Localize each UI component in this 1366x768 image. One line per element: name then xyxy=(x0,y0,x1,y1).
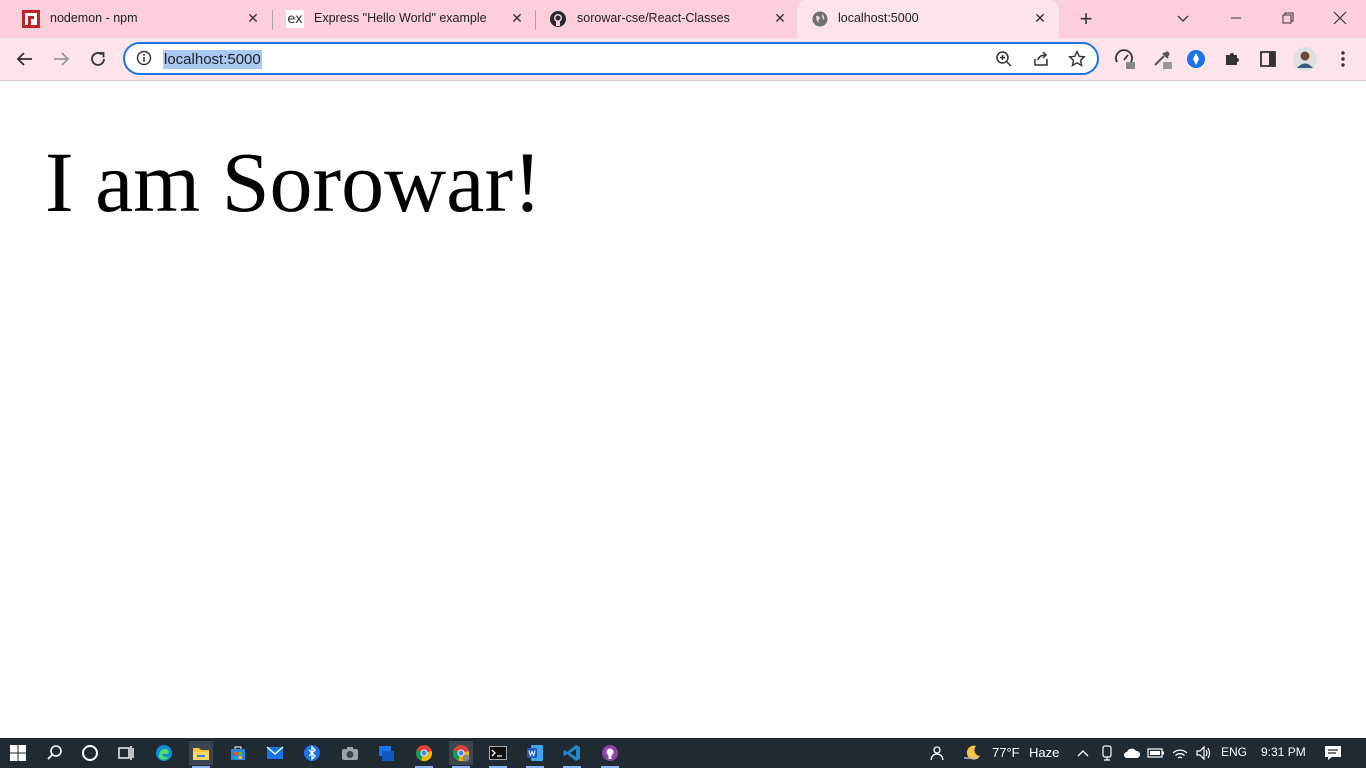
tab-localhost[interactable]: localhost:5000 ✕ xyxy=(797,0,1059,38)
weather-moon-icon xyxy=(960,741,984,765)
battery-icon[interactable] xyxy=(1144,741,1168,765)
onedrive-cloud-icon[interactable] xyxy=(1120,741,1144,765)
forward-button[interactable] xyxy=(48,46,74,72)
url-text[interactable]: localhost:5000 xyxy=(163,50,262,69)
word-icon[interactable] xyxy=(523,741,547,768)
tab-title: Express "Hello World" example xyxy=(314,11,487,25)
file-explorer-icon[interactable] xyxy=(189,741,213,768)
camera-icon[interactable] xyxy=(338,741,362,765)
input-language[interactable]: ENG xyxy=(1221,745,1247,759)
page-viewport: I am Sorowar! xyxy=(0,82,1366,738)
share-icon[interactable] xyxy=(1031,49,1051,69)
weather-temperature[interactable]: 77°F xyxy=(992,745,1020,760)
windows-start-icon[interactable] xyxy=(6,741,30,765)
cortana-icon[interactable] xyxy=(78,741,102,765)
windows-taskbar: 77°F Haze ENG 9:31 PM xyxy=(0,738,1366,768)
chrome-icon[interactable] xyxy=(412,741,436,768)
tab-strip: nodemon - npm ✕ ex Express "Hello World"… xyxy=(0,0,1366,38)
task-view-icon[interactable] xyxy=(114,741,138,765)
extensions-puzzle-icon[interactable] xyxy=(1219,46,1245,72)
chrome-profile-icon[interactable] xyxy=(449,741,473,768)
restore-button[interactable] xyxy=(1276,6,1300,30)
search-icon[interactable] xyxy=(43,741,67,765)
express-icon: ex xyxy=(286,10,304,28)
tab-title: localhost:5000 xyxy=(838,11,919,25)
github-icon xyxy=(549,10,567,28)
back-button[interactable] xyxy=(12,46,38,72)
github-desktop-icon[interactable] xyxy=(598,741,622,768)
tab-search-icon[interactable] xyxy=(1171,6,1195,30)
globe-icon xyxy=(811,10,829,28)
reload-button[interactable] xyxy=(85,46,111,72)
edge-icon[interactable] xyxy=(152,741,176,765)
profile-avatar[interactable] xyxy=(1292,46,1318,72)
store-icon[interactable] xyxy=(226,741,250,765)
performance-extension-icon[interactable] xyxy=(1112,46,1138,72)
tab-title: nodemon - npm xyxy=(50,11,138,25)
close-icon[interactable]: ✕ xyxy=(508,9,526,27)
extension-blue-icon[interactable] xyxy=(1183,46,1209,72)
tab-title: sorowar-cse/React-Classes xyxy=(577,11,730,25)
close-icon[interactable]: ✕ xyxy=(1031,9,1049,27)
chevron-up-icon[interactable] xyxy=(1071,741,1095,765)
minimize-button[interactable] xyxy=(1224,6,1248,30)
terminal-icon[interactable] xyxy=(486,741,510,768)
meet-now-icon[interactable] xyxy=(1096,741,1120,765)
tab-github-react-classes[interactable]: sorowar-cse/React-Classes ✕ xyxy=(527,0,799,38)
zoom-icon[interactable] xyxy=(994,49,1014,69)
bluetooth-icon[interactable] xyxy=(300,741,324,765)
side-panel-icon[interactable] xyxy=(1255,46,1281,72)
browser-toolbar: localhost:5000 xyxy=(0,38,1366,81)
eyedropper-extension-icon[interactable] xyxy=(1149,46,1175,72)
mail-icon[interactable] xyxy=(263,741,287,765)
close-icon[interactable]: ✕ xyxy=(771,9,789,27)
wifi-icon[interactable] xyxy=(1168,741,1192,765)
notifications-icon[interactable] xyxy=(1321,741,1345,765)
vscode-icon[interactable] xyxy=(560,741,584,768)
tab-express-hello-world[interactable]: ex Express "Hello World" example ✕ xyxy=(264,0,536,38)
page-heading: I am Sorowar! xyxy=(45,134,542,230)
tab-nodemon[interactable]: nodemon - npm ✕ xyxy=(0,0,272,38)
close-icon[interactable]: ✕ xyxy=(244,9,262,27)
menu-kebab-icon[interactable] xyxy=(1330,46,1356,72)
bookmark-star-icon[interactable] xyxy=(1067,49,1087,69)
info-icon[interactable] xyxy=(136,50,154,68)
volume-icon[interactable] xyxy=(1192,741,1216,765)
clock-time[interactable]: 9:31 PM xyxy=(1261,745,1306,759)
new-tab-button[interactable]: + xyxy=(1075,6,1097,31)
npm-icon xyxy=(22,10,40,28)
photos-icon[interactable] xyxy=(374,741,398,765)
weather-condition[interactable]: Haze xyxy=(1029,745,1059,760)
close-window-button[interactable] xyxy=(1328,6,1352,30)
address-bar[interactable]: localhost:5000 xyxy=(123,42,1099,75)
people-icon[interactable] xyxy=(924,741,948,765)
